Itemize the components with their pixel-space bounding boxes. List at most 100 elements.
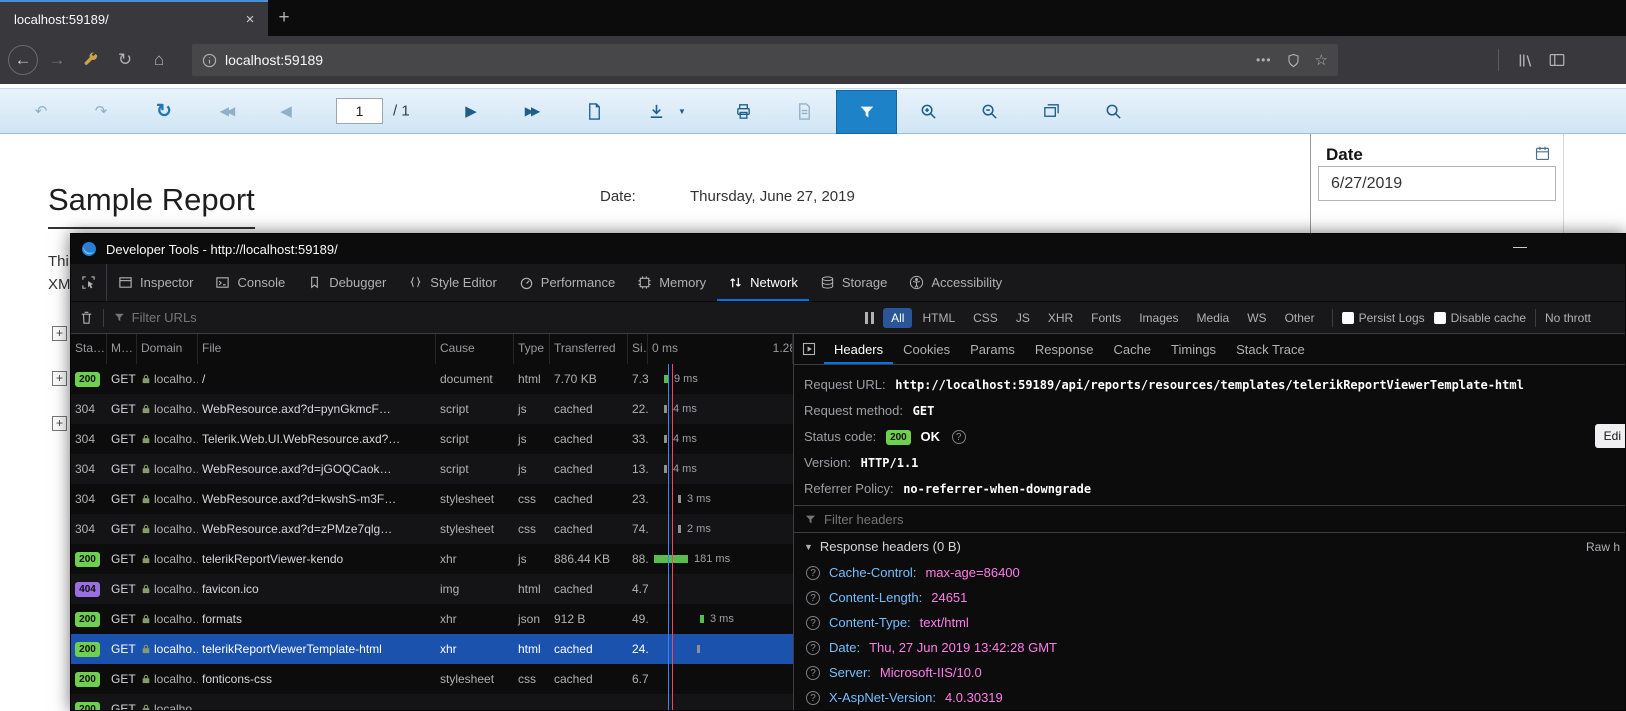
raw-headers-toggle[interactable]: Raw h [1586, 540, 1620, 554]
document-map-button[interactable] [581, 98, 607, 124]
request-row[interactable]: 304GETlocalho…WebResource.axd?d=pynGkmcF… [71, 394, 793, 424]
filter-xhr[interactable]: XHR [1040, 308, 1081, 328]
last-page-button[interactable]: ▶▶ [514, 98, 548, 124]
nav-forward-button[interactable]: ↷ [88, 98, 114, 124]
calendar-icon[interactable] [1534, 145, 1551, 162]
toggle-print-preview-button[interactable] [1038, 98, 1064, 124]
search-button[interactable] [1100, 98, 1126, 124]
page-actions-icon[interactable]: ••• [1256, 53, 1272, 67]
column-size[interactable]: Si… [628, 334, 648, 364]
filter-images[interactable]: Images [1131, 308, 1186, 328]
wrench-icon[interactable] [76, 45, 106, 75]
response-header-row[interactable]: ?Server:Microsoft-IIS/10.0 [794, 660, 1625, 685]
status-help-icon[interactable]: ? [952, 430, 966, 444]
request-row[interactable]: 200GETlocalho…telerikReportViewer-kendox… [71, 544, 793, 574]
column-cause[interactable]: Cause [436, 334, 514, 364]
filter-html[interactable]: HTML [914, 308, 963, 328]
export-caret-icon[interactable]: ▼ [676, 98, 688, 124]
devtools-tab-storage[interactable]: Storage [809, 264, 899, 301]
header-help-icon[interactable]: ? [806, 591, 820, 605]
expand-panel-icon[interactable] [794, 334, 824, 364]
column-status[interactable]: Sta… [71, 334, 107, 364]
filter-media[interactable]: Media [1189, 308, 1238, 328]
request-row[interactable]: 200GETlocalho… [71, 694, 793, 710]
filter-js[interactable]: JS [1008, 308, 1038, 328]
disable-cache-checkbox[interactable] [1434, 312, 1446, 324]
column-file[interactable]: File [198, 334, 436, 364]
filter-urls-box[interactable] [113, 310, 856, 325]
devtools-tab-inspector[interactable]: Inspector [107, 264, 204, 301]
bookmark-star-icon[interactable]: ☆ [1315, 51, 1328, 69]
response-header-row[interactable]: ?Date:Thu, 27 Jun 2019 13:42:28 GMT [794, 635, 1625, 660]
filter-urls-input[interactable] [132, 310, 856, 325]
request-row[interactable]: 304GETlocalho…WebResource.axd?d=kwshS-m3… [71, 484, 793, 514]
date-parameter-input[interactable] [1318, 166, 1556, 201]
library-icon[interactable] [1517, 52, 1534, 69]
request-row[interactable]: 404GETlocalho…favicon.icoimghtmlcached4.… [71, 574, 793, 604]
request-row[interactable]: 304GETlocalho…WebResource.axd?d=zPMze7ql… [71, 514, 793, 544]
first-page-button[interactable]: ◀◀ [209, 98, 243, 124]
shield-icon[interactable] [1286, 53, 1301, 68]
request-row[interactable]: 304GETlocalho…Telerik.Web.UI.WebResource… [71, 424, 793, 454]
throttling-select[interactable]: No thrott [1545, 311, 1617, 325]
disable-cache-label[interactable]: Disable cache [1451, 311, 1526, 325]
header-help-icon[interactable]: ? [806, 691, 820, 705]
devtools-tab-console[interactable]: Console [204, 264, 296, 301]
filter-ws[interactable]: WS [1239, 308, 1274, 328]
response-headers-section[interactable]: ▼ Response headers (0 B) Raw h [794, 533, 1625, 560]
request-row[interactable]: 304GETlocalho…WebResource.axd?d=jGOQCaok… [71, 454, 793, 484]
site-info-icon[interactable] [202, 53, 217, 68]
devtools-tab-performance[interactable]: Performance [508, 264, 626, 301]
filter-headers-input[interactable] [824, 512, 1615, 527]
new-tab-button[interactable]: + [268, 0, 300, 36]
prev-page-button[interactable]: ◀ [273, 98, 299, 124]
column-domain[interactable]: Domain [137, 334, 198, 364]
sidebar-toggle-icon[interactable] [1548, 51, 1566, 69]
pause-traffic-icon[interactable] [865, 312, 874, 324]
devtools-tab-network[interactable]: Network [717, 264, 809, 301]
request-row[interactable]: 200GETlocalho…telerikReportViewerTemplat… [71, 634, 793, 664]
details-tab-cache[interactable]: Cache [1103, 334, 1161, 364]
column-timeline[interactable]: 0 ms 1.28 [648, 334, 793, 364]
devtools-tab-accessibility[interactable]: Accessibility [898, 264, 1013, 301]
zoom-in-button[interactable] [915, 98, 941, 124]
filter-fonts[interactable]: Fonts [1083, 308, 1129, 328]
details-tab-cookies[interactable]: Cookies [893, 334, 960, 364]
url-input[interactable] [225, 52, 1256, 68]
home-button[interactable]: ⌂ [144, 45, 174, 75]
reload-button[interactable]: ↻ [110, 45, 140, 75]
tree-expander[interactable]: + [52, 371, 67, 386]
filter-other[interactable]: Other [1277, 308, 1323, 328]
pick-element-icon[interactable] [71, 264, 107, 301]
persist-logs-label[interactable]: Persist Logs [1359, 311, 1425, 325]
tree-expander[interactable]: + [52, 326, 67, 341]
nav-back-button[interactable]: ↶ [28, 98, 54, 124]
url-bar[interactable]: ••• ☆ [192, 44, 1338, 76]
refresh-report-button[interactable]: ↻ [151, 98, 177, 124]
browser-tab[interactable]: localhost:59189/ × [0, 0, 268, 36]
request-row[interactable]: 200GETlocalho…/documenthtml7.70 KB7.39 m… [71, 364, 793, 394]
print-button[interactable] [730, 98, 756, 124]
header-help-icon[interactable]: ? [806, 641, 820, 655]
toggle-parameters-button[interactable] [836, 90, 897, 134]
persist-logs-checkbox[interactable] [1342, 312, 1354, 324]
details-tab-stack-trace[interactable]: Stack Trace [1226, 334, 1315, 364]
response-header-row[interactable]: ?Content-Length:24651 [794, 585, 1625, 610]
response-header-row[interactable]: ?X-AspNet-Version:4.0.30319 [794, 685, 1625, 710]
devtools-tab-memory[interactable]: Memory [626, 264, 717, 301]
page-number-input[interactable] [336, 98, 383, 124]
devtools-tab-debugger[interactable]: Debugger [296, 264, 397, 301]
details-tab-params[interactable]: Params [960, 334, 1025, 364]
column-type[interactable]: Type [514, 334, 550, 364]
filter-headers-box[interactable] [794, 505, 1625, 533]
tree-expander[interactable]: + [52, 416, 67, 431]
next-page-button[interactable]: ▶ [458, 98, 484, 124]
zoom-out-button[interactable] [976, 98, 1002, 124]
filter-css[interactable]: CSS [965, 308, 1006, 328]
filter-all[interactable]: All [883, 308, 912, 328]
tab-close-icon[interactable]: × [240, 11, 260, 28]
page-setup-button[interactable] [791, 98, 817, 124]
header-help-icon[interactable]: ? [806, 666, 820, 680]
details-tab-headers[interactable]: Headers [824, 334, 893, 364]
column-method[interactable]: M… [107, 334, 137, 364]
